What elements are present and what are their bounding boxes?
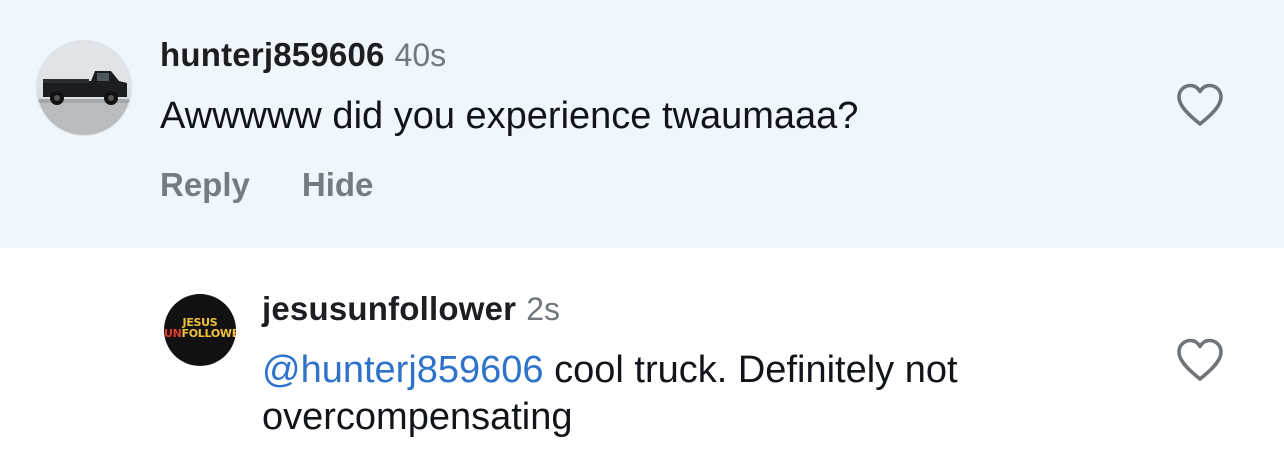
- avatar-logo-line2: UNFOLLOWER: [164, 328, 236, 340]
- reply-button[interactable]: Reply: [160, 166, 250, 204]
- mention-link[interactable]: @hunterj859606: [262, 349, 544, 391]
- heart-icon[interactable]: [1175, 82, 1225, 128]
- heart-icon[interactable]: [1175, 337, 1225, 383]
- hide-button[interactable]: Hide: [302, 166, 374, 204]
- comment-actions: Reply Hide: [160, 166, 373, 204]
- truck-image: [37, 41, 131, 135]
- timestamp: 2s: [526, 291, 561, 327]
- comment-text: Awwwww did you experience twaumaaa?: [160, 95, 859, 137]
- avatar-logo-follower: FOLLOWER: [181, 327, 236, 340]
- comment-header: hunterj859606 40s: [160, 36, 446, 80]
- comment-highlighted: hunterj859606 40s Awwwww did you experie…: [0, 0, 1284, 248]
- username[interactable]: hunterj859606: [160, 36, 385, 74]
- reply-header: jesusunfollower 2s: [262, 290, 560, 334]
- timestamp: 40s: [394, 37, 447, 73]
- avatar-jesus-unfollower[interactable]: JESUS UNFOLLOWER: [164, 294, 236, 366]
- avatar-truck-photo[interactable]: [37, 41, 131, 135]
- username[interactable]: jesusunfollower: [262, 290, 516, 328]
- reply-text: @hunterj859606 cool truck. Definitely no…: [262, 347, 1142, 441]
- avatar-logo-un: UN: [164, 327, 182, 340]
